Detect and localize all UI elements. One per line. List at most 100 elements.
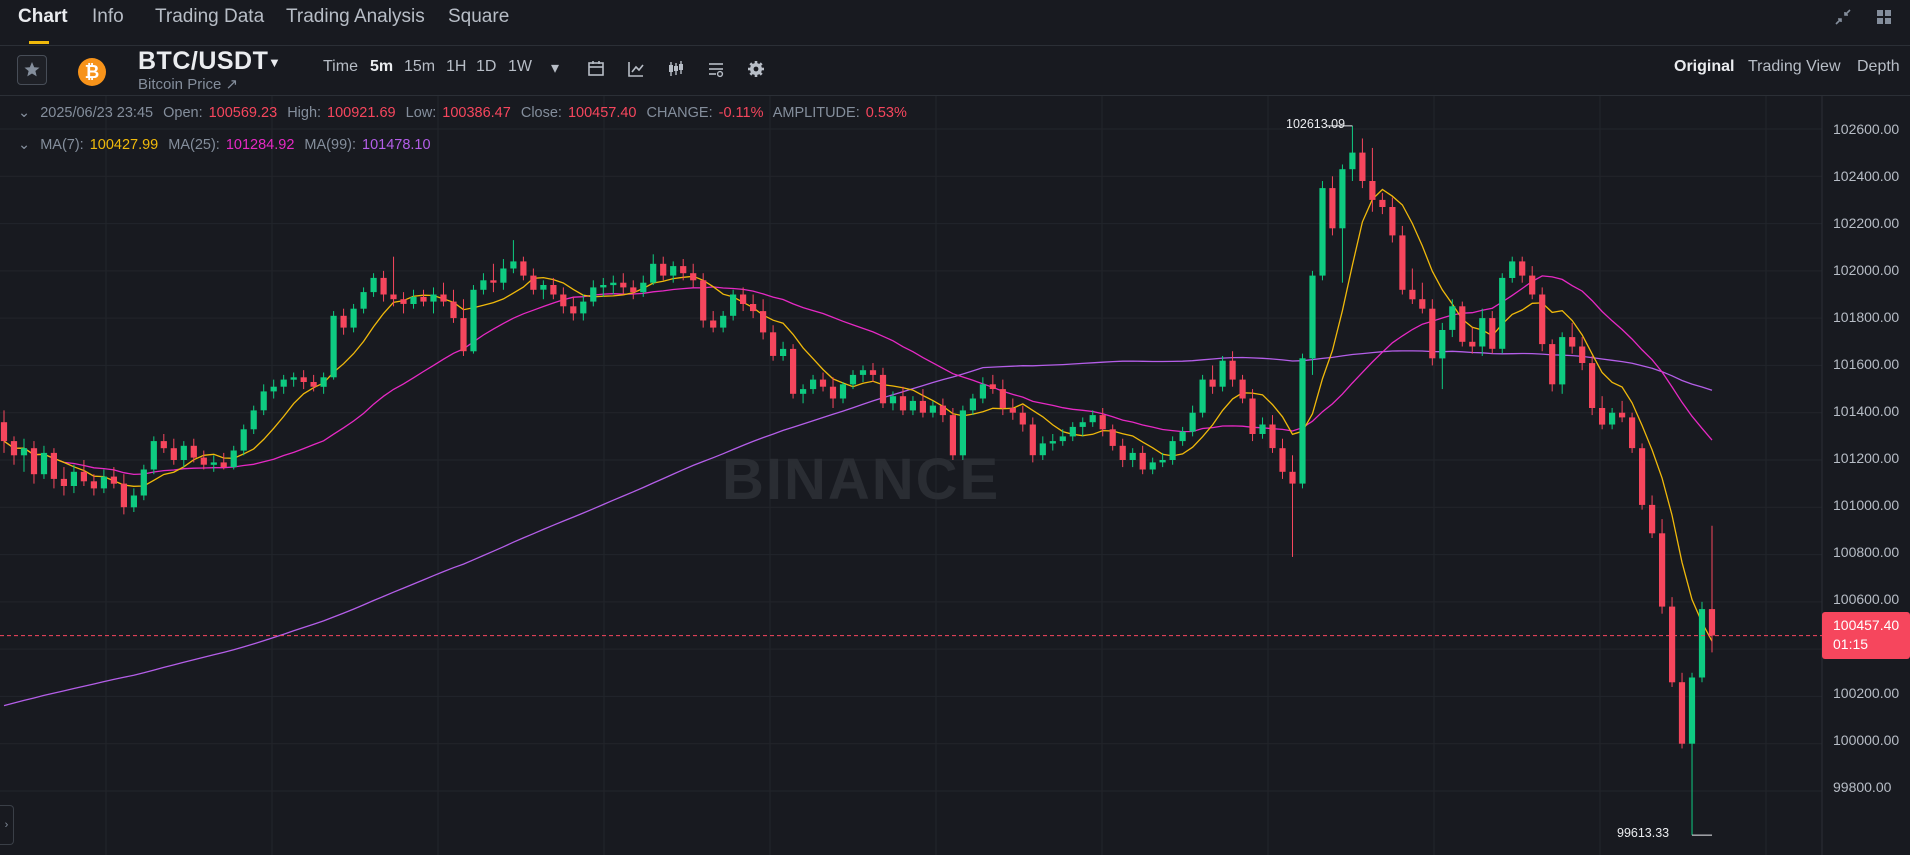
view-depth[interactable]: Depth xyxy=(1857,58,1900,76)
candle-body xyxy=(480,280,487,290)
gear-icon[interactable] xyxy=(745,58,767,80)
candle-body xyxy=(810,379,817,390)
symbol-subtitle[interactable]: Bitcoin Price ↗ xyxy=(138,75,238,93)
candle-body xyxy=(60,478,67,486)
candle-body xyxy=(1029,424,1036,456)
candle-body xyxy=(1169,441,1176,460)
timeframe-1w[interactable]: 1W xyxy=(508,58,532,76)
y-tick-label: 101200.00 xyxy=(1833,450,1900,466)
close-label: Close: xyxy=(520,105,562,121)
ma99-line xyxy=(3,350,1713,707)
chevron-down-icon[interactable]: ⌄ xyxy=(18,137,30,153)
tab-square[interactable]: Square xyxy=(448,6,509,28)
candle-body xyxy=(500,268,507,283)
candle-body xyxy=(1109,429,1116,446)
candle-body xyxy=(1259,424,1266,434)
y-tick-label: 101400.00 xyxy=(1833,403,1900,419)
candle-body xyxy=(310,382,317,387)
candle-body xyxy=(1209,379,1216,387)
candle-body xyxy=(140,469,147,496)
candle-body xyxy=(150,441,157,470)
candle-body xyxy=(200,457,207,465)
candle-body xyxy=(1649,504,1656,534)
candle-body xyxy=(740,294,747,304)
last-price-tag: 100457.40 01:15 xyxy=(1822,612,1910,659)
symbol-toolbar: ₿ BTC/USDT ▼ Bitcoin Price ↗ Time 5m 15m… xyxy=(0,46,1910,96)
candle-body xyxy=(999,389,1006,408)
view-original[interactable]: Original xyxy=(1674,58,1734,76)
candle-body xyxy=(440,294,447,302)
chart-settings-list-icon[interactable] xyxy=(705,58,727,80)
collapse-icon[interactable] xyxy=(1832,8,1854,30)
y-tick-label: 100800.00 xyxy=(1833,544,1900,560)
candle-body xyxy=(1129,452,1136,460)
candle-body xyxy=(1099,415,1106,430)
y-tick-label: 100200.00 xyxy=(1833,685,1900,701)
tab-trading-data[interactable]: Trading Data xyxy=(155,6,264,28)
candle-body xyxy=(260,391,267,411)
timeframe-time[interactable]: Time xyxy=(323,58,358,76)
candle-body xyxy=(1049,441,1056,444)
candle-body xyxy=(1289,471,1296,484)
timeframe-15m[interactable]: 15m xyxy=(404,58,435,76)
candle-body xyxy=(570,306,577,314)
candle-body xyxy=(1379,199,1386,207)
star-icon xyxy=(24,62,40,77)
candle-body xyxy=(430,294,437,302)
tab-trading-analysis[interactable]: Trading Analysis xyxy=(286,6,425,28)
candle-body xyxy=(0,422,8,442)
candle-body xyxy=(889,396,897,404)
candle-body xyxy=(720,315,727,328)
candle-body xyxy=(630,287,637,293)
candle-body xyxy=(620,282,627,288)
timeframe-1d[interactable]: 1D xyxy=(476,58,496,76)
candle-body xyxy=(1019,412,1026,425)
candle-body xyxy=(470,289,477,352)
candle-body xyxy=(90,481,97,489)
candle-body xyxy=(1009,408,1016,413)
top-navigation: Chart Info Trading Data Trading Analysis… xyxy=(0,0,1910,46)
candle-body xyxy=(1499,277,1506,349)
candle-body xyxy=(170,448,177,460)
timeframe-5m[interactable]: 5m xyxy=(370,58,393,76)
last-price-value: 100457.40 xyxy=(1833,617,1900,633)
chevron-down-icon[interactable]: ⌄ xyxy=(18,105,30,121)
low-extreme-label: 99613.33 xyxy=(1617,826,1670,840)
tab-info[interactable]: Info xyxy=(92,6,124,28)
candle-body xyxy=(1659,533,1666,607)
candle-body xyxy=(350,308,357,328)
candle-body xyxy=(760,311,767,333)
layout-grid-icon[interactable] xyxy=(1873,8,1895,30)
tab-chart[interactable]: Chart xyxy=(18,6,68,28)
candle-body xyxy=(120,483,127,508)
indicator-icon[interactable] xyxy=(625,58,647,80)
candle-body xyxy=(1389,207,1396,236)
candle-body xyxy=(869,370,877,375)
candle-body xyxy=(240,429,247,451)
candle-body xyxy=(879,374,887,404)
timeframe-1h[interactable]: 1H xyxy=(446,58,466,76)
candlestick-type-icon[interactable] xyxy=(665,58,687,80)
candle-body xyxy=(800,389,807,394)
candle-body xyxy=(1149,462,1156,470)
candle-body xyxy=(1539,294,1546,345)
y-tick-label: 101000.00 xyxy=(1833,497,1900,513)
expand-panel-handle[interactable]: › xyxy=(0,805,14,845)
candle-body xyxy=(819,379,827,387)
candle-body xyxy=(610,282,617,286)
candle-date: 2025/06/23 23:45 xyxy=(40,105,154,121)
candle-body xyxy=(180,445,187,460)
candle-body xyxy=(1419,299,1426,309)
favorite-button[interactable] xyxy=(17,55,47,85)
candle-body xyxy=(1629,417,1636,449)
candle-body xyxy=(750,304,757,312)
ma25-label: MA(25): xyxy=(168,137,220,153)
candle-body xyxy=(450,301,457,319)
ma7-label: MA(7): xyxy=(40,137,84,153)
symbol-pair[interactable]: BTC/USDT xyxy=(138,47,268,76)
timeframe-more-dropdown[interactable]: ▾ xyxy=(551,58,559,78)
view-trading-view[interactable]: Trading View xyxy=(1748,58,1841,76)
candle-body xyxy=(130,495,137,508)
chevron-down-icon[interactable]: ▼ xyxy=(268,55,281,70)
calendar-icon[interactable] xyxy=(585,58,607,80)
